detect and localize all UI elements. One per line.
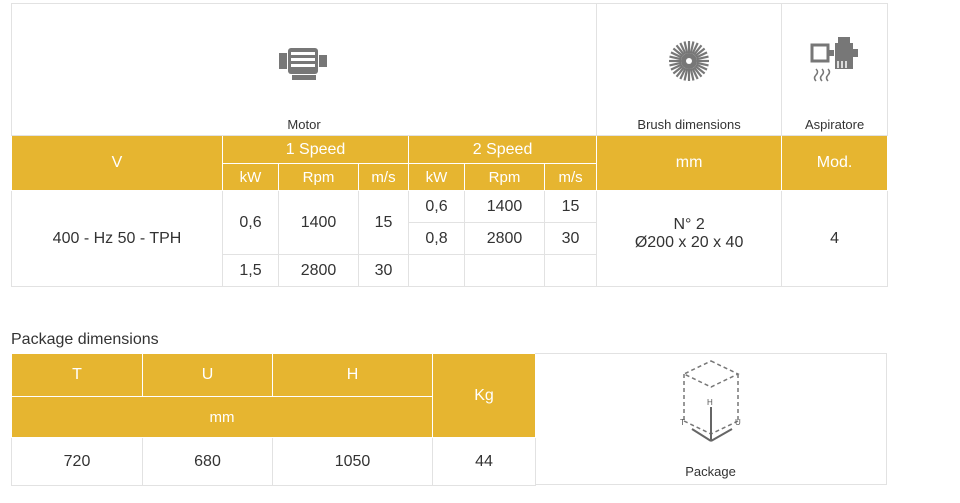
- diagram-u-label: U: [735, 418, 741, 427]
- mm-header: mm: [596, 135, 783, 191]
- motor-caption: Motor: [287, 117, 321, 132]
- speed1-ms-2: 30: [358, 254, 409, 287]
- package-h-value: 1050: [272, 437, 433, 486]
- speed1-kw-1: 0,6: [222, 190, 279, 255]
- package-t-value: 720: [11, 437, 143, 486]
- speed1-header: 1 Speed: [222, 135, 409, 164]
- speed1-rpm-header: Rpm: [278, 163, 359, 191]
- package-diagram-cell: H T U Package: [535, 353, 887, 485]
- brush-value: N° 2 Ø200 x 20 x 40: [596, 190, 783, 287]
- package-box-icon: H T U: [680, 360, 741, 442]
- package-title: Package dimensions: [11, 331, 159, 348]
- motor-cell: Motor: [10, 3, 598, 136]
- motor-icon: [279, 48, 328, 80]
- speed2-empty-kw: [408, 254, 465, 287]
- speed2-kw-2: 0,8: [408, 222, 465, 255]
- speed2-rpm-header: Rpm: [464, 163, 545, 191]
- package-u-header: U: [142, 353, 273, 397]
- aspirator-cell: Aspiratore: [781, 3, 889, 136]
- diagram-h-label: H: [707, 398, 713, 407]
- motor-spec-table: Motor Brush dimensions Aspiratore V 1 Sp…: [10, 3, 889, 287]
- brush-icon: [669, 41, 710, 81]
- speed2-ms-2: 30: [543, 222, 598, 255]
- speed2-empty-ms: [543, 254, 598, 287]
- package-mm-header: mm: [11, 396, 433, 438]
- voltage-value: 400 - Hz 50 - TPH: [11, 190, 223, 287]
- package-u-value: 680: [142, 437, 273, 486]
- package-h-header: H: [272, 353, 433, 397]
- speed2-header: 2 Speed: [407, 135, 598, 164]
- package-table: T U H Kg mm 720 680 1050 44: [11, 353, 536, 486]
- package-kg-value: 44: [432, 437, 536, 486]
- speed2-empty-rpm: [464, 254, 545, 287]
- brush-size: Ø200 x 20 x 40: [634, 233, 744, 251]
- brush-count: N° 2: [673, 215, 705, 233]
- speed2-ms-1: 15: [543, 190, 598, 223]
- brush-caption: Brush dimensions: [637, 117, 741, 132]
- speed1-ms-header: m/s: [358, 163, 409, 191]
- mod-header: Mod.: [781, 135, 889, 191]
- speed2-rpm-1: 1400: [464, 190, 545, 223]
- model-value: 4: [781, 190, 889, 287]
- package-kg-header: Kg: [432, 353, 536, 438]
- speed1-kw-2: 1,5: [222, 254, 279, 287]
- aspirator-icon: [810, 37, 858, 82]
- speed2-kw-header: kW: [408, 163, 465, 191]
- package-t-header: T: [11, 353, 143, 397]
- speed2-rpm-2: 2800: [464, 222, 545, 255]
- speed2-kw-1: 0,6: [408, 190, 465, 223]
- speed1-ms-1: 15: [358, 190, 409, 255]
- speed2-ms-header: m/s: [543, 163, 598, 191]
- diagram-t-label: T: [680, 418, 685, 427]
- package-caption: Package: [685, 464, 736, 479]
- aspirator-caption: Aspiratore: [804, 117, 865, 132]
- speed1-kw-header: kW: [222, 163, 279, 191]
- brush-cell: Brush dimensions: [596, 3, 783, 136]
- speed1-rpm-2: 2800: [278, 254, 359, 287]
- speed1-rpm-1: 1400: [278, 190, 359, 255]
- voltage-header: V: [11, 135, 223, 191]
